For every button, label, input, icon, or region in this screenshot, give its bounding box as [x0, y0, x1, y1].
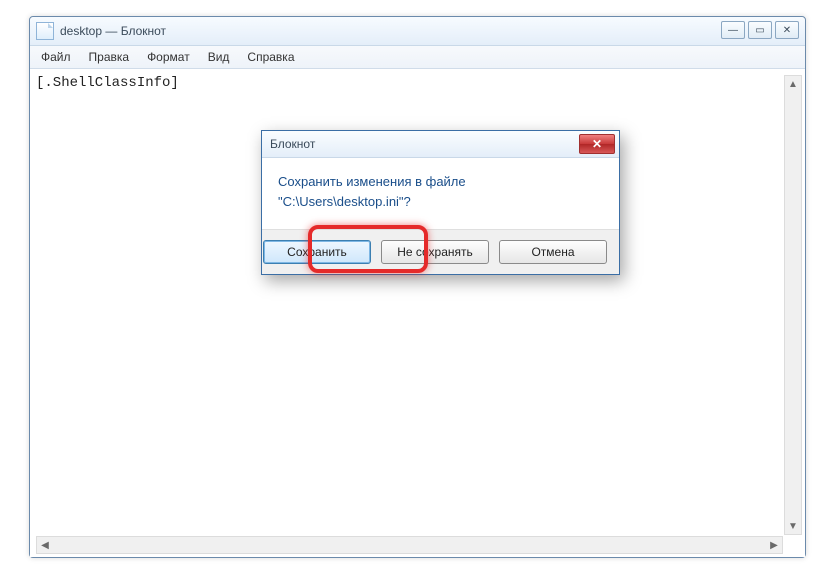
dialog-body: Сохранить изменения в файле "C:\Users\de… [262, 158, 619, 229]
dialog-button-row: Сохранить Не сохранять Отмена [262, 229, 619, 274]
menubar: Файл Правка Формат Вид Справка [30, 46, 805, 69]
close-button[interactable]: ✕ [775, 21, 799, 39]
minimize-button[interactable]: — [721, 21, 745, 39]
save-button[interactable]: Сохранить [263, 240, 371, 264]
scroll-left-icon[interactable]: ◀ [37, 537, 53, 553]
dialog-title: Блокнот [270, 137, 315, 151]
close-icon: ✕ [783, 25, 791, 36]
vertical-scrollbar[interactable]: ▲ ▼ [784, 75, 802, 535]
minimize-icon: — [728, 25, 738, 36]
dialog-close-button[interactable]: ✕ [579, 134, 615, 154]
maximize-button[interactable]: ▭ [748, 21, 772, 39]
dialog-message-line1: Сохранить изменения в файле [278, 172, 603, 192]
menu-file[interactable]: Файл [32, 48, 80, 66]
scroll-right-icon[interactable]: ▶ [766, 537, 782, 553]
save-dialog: Блокнот ✕ Сохранить изменения в файле "C… [261, 130, 620, 275]
notepad-window: desktop — Блокнот — ▭ ✕ Файл Правка Форм… [29, 16, 806, 558]
menu-edit[interactable]: Правка [80, 48, 139, 66]
scroll-up-icon[interactable]: ▲ [785, 76, 801, 92]
dialog-message-line2: "C:\Users\desktop.ini"? [278, 192, 603, 212]
menu-view[interactable]: Вид [199, 48, 239, 66]
document-icon [36, 22, 54, 40]
scroll-down-icon[interactable]: ▼ [785, 518, 801, 534]
menu-help[interactable]: Справка [238, 48, 303, 66]
maximize-icon: ▭ [755, 25, 764, 36]
window-title: desktop — Блокнот [60, 24, 166, 38]
close-icon: ✕ [592, 137, 602, 151]
horizontal-scrollbar[interactable]: ◀ ▶ [36, 536, 783, 554]
titlebar[interactable]: desktop — Блокнот — ▭ ✕ [30, 17, 805, 46]
menu-format[interactable]: Формат [138, 48, 199, 66]
dialog-titlebar[interactable]: Блокнот ✕ [262, 131, 619, 158]
dont-save-button[interactable]: Не сохранять [381, 240, 489, 264]
cancel-button[interactable]: Отмена [499, 240, 607, 264]
